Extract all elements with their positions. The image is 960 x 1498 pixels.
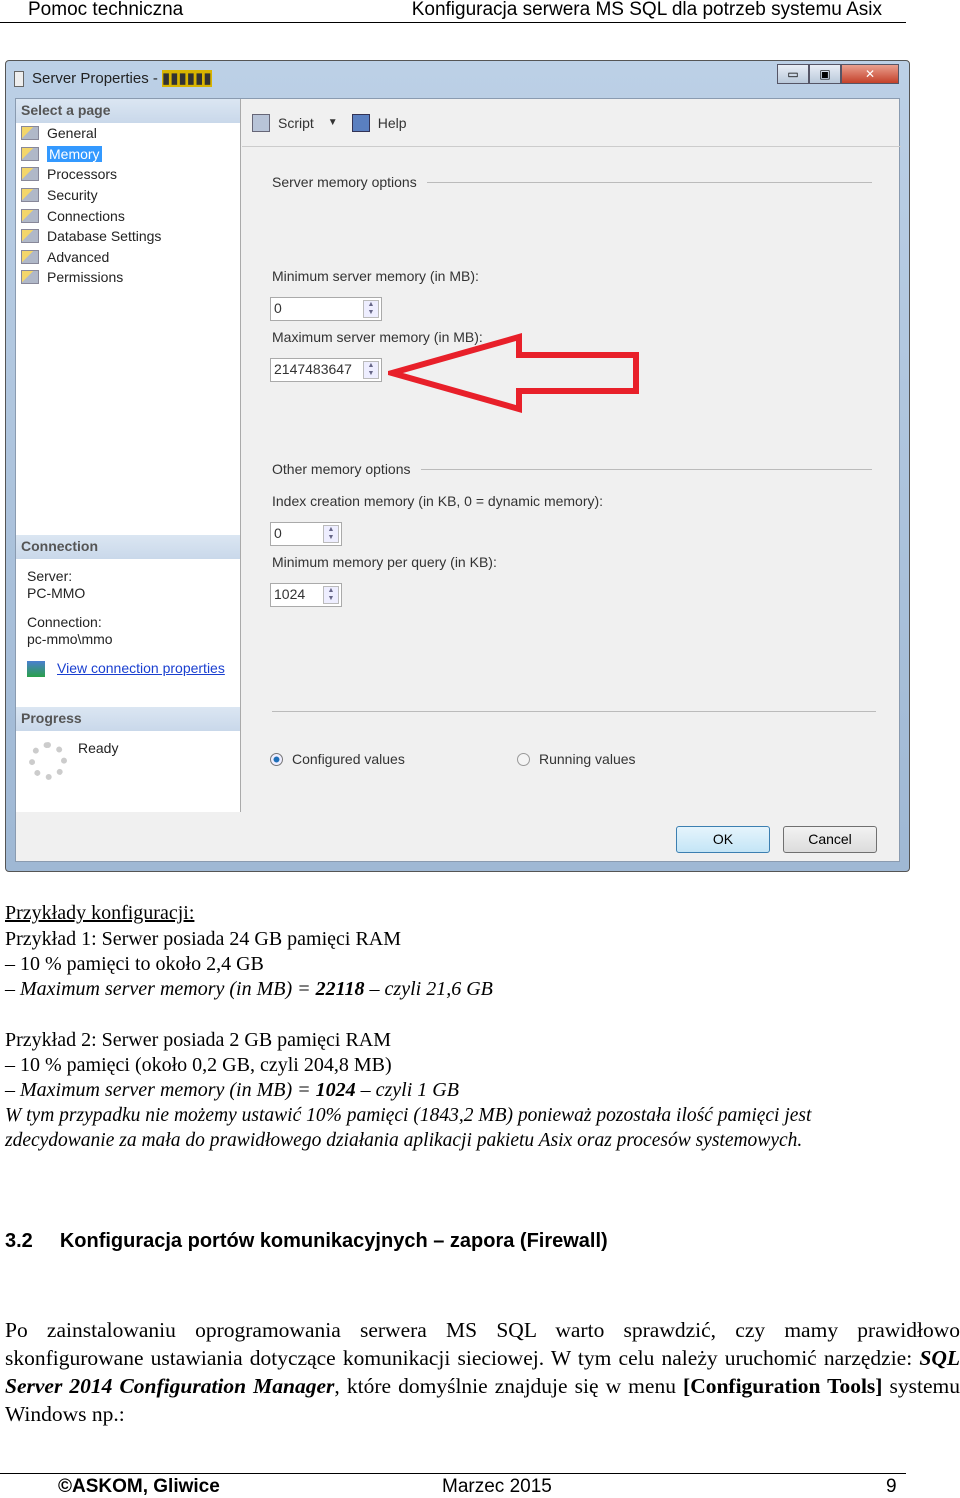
window-controls: ▭ ▣ ✕ [777,64,899,84]
page-item-permissions[interactable]: Permissions [16,267,240,288]
left-pane: Select a page General Memory Processors Sec… [16,99,241,812]
page-footer: ©ASKOM, Gliwice Marzec 2015 9 [0,1473,906,1497]
redacted-instance: ▮▮▮▮▮▮ [162,70,212,87]
red-arrow-annotation [388,333,639,413]
configured-values-radio[interactable]: Configured values [270,751,405,767]
page-item-database-settings[interactable]: Database Settings [16,226,240,247]
maximize-button[interactable]: ▣ [809,64,841,84]
footer-date: Marzec 2015 [442,1476,552,1497]
progress-status: Ready [78,740,119,756]
min-memory-input[interactable]: 0 ▲ ▼ [270,297,382,321]
minimize-button[interactable]: ▭ [777,64,809,84]
radio-checked-icon [270,752,283,766]
spinner-icon[interactable]: ▲ ▼ [363,300,379,318]
view-connection-properties-link[interactable]: View connection properties [57,660,225,677]
server-memory-options-group: Server memory options [272,174,872,190]
divider [272,711,876,712]
close-button[interactable]: ✕ [841,64,899,84]
script-icon [252,113,270,132]
examples-title: Przykłady konfiguracji: [5,902,195,924]
server-label: Server: [27,568,73,584]
spinner-icon[interactable]: ▲ ▼ [363,361,379,379]
dialog-body: Select a page General Memory Processors Sec… [15,98,901,863]
section-heading: 3.2 Konfiguracja portów komunikacyjnych –… [5,1230,608,1252]
script-button[interactable]: Script [278,115,314,131]
page-header: Pomoc techniczna Konfiguracja serwera MS… [0,0,906,23]
script-dropdown-icon[interactable]: ▼ [328,117,338,128]
connection-value: pc-mmo\mmo [27,631,113,647]
connection-properties-icon [27,660,45,677]
min-memory-label: Minimum server memory (in MB): [272,268,479,284]
note-line1: W tym przypadku nie możemy ustawić 10% p… [5,1105,812,1126]
progress-spinner-icon [29,742,67,780]
window-title: Server Properties - ▮▮▮▮▮▮ [14,69,212,95]
example2-line1: Przykład 2: Serwer posiada 2 GB pamięci … [5,1029,392,1051]
section-paragraph: Po zainstalowaniu oprogramowania serwera… [5,1318,960,1426]
page-icon [21,167,39,182]
query-memory-label: Minimum memory per query (in KB): [272,554,497,570]
page-icon [21,270,39,285]
server-value: PC-MMO [27,585,86,601]
page-item-processors[interactable]: Processors [16,164,240,185]
connection-label: Connection: [27,614,102,630]
cancel-button[interactable]: Cancel [783,826,877,853]
footer-left: ©ASKOM, Gliwice [58,1476,220,1497]
header-left: Pomoc techniczna [28,0,184,20]
page-item-connections[interactable]: Connections [16,205,240,226]
page-icon [21,249,39,264]
example2-line3: – Maximum server memory (in MB) = 1024 –… [5,1079,459,1101]
page-icon [21,126,39,141]
page-item-general[interactable]: General [16,123,240,144]
page-item-security[interactable]: Security [16,185,240,206]
server-icon [14,71,24,88]
max-memory-input[interactable]: 2147483647 ▲ ▼ [270,358,382,382]
page-item-memory[interactable]: Memory [16,144,240,165]
button-bar: OK Cancel [16,812,901,863]
connection-heading: Connection [16,535,240,559]
page-icon [21,188,39,203]
spinner-icon[interactable]: ▲ ▼ [323,586,339,604]
other-memory-options-group: Other memory options [272,461,872,477]
index-memory-label: Index creation memory (in KB, 0 = dynami… [272,493,604,509]
select-page-heading: Select a page [16,99,240,123]
running-values-radio[interactable]: Running values [517,751,636,767]
ok-button[interactable]: OK [676,826,770,853]
page-icon [21,146,39,161]
example1-line1: Przykład 1: Serwer posiada 24 GB pamięci… [5,928,402,950]
query-memory-input[interactable]: 1024 ▲ ▼ [270,583,342,607]
page-item-advanced[interactable]: Advanced [16,247,240,268]
server-properties-window: Server Properties - ▮▮▮▮▮▮ ▭ ▣ ✕ Select … [5,60,910,872]
page-number: 9 [886,1476,897,1497]
radio-unchecked-icon [517,752,530,766]
index-memory-input[interactable]: 0 ▲ ▼ [270,522,342,546]
spinner-icon[interactable]: ▲ ▼ [323,525,339,543]
note-line2: zdecydowanie za mała do prawidłowego dzi… [5,1130,803,1151]
header-right: Konfiguracja serwera MS SQL dla potrzeb … [411,0,882,20]
toolbar: Script ▼ Help [242,99,901,147]
help-button[interactable]: Help [378,115,407,131]
page-list: General Memory Processors Security Connectio… [16,123,240,288]
progress-heading: Progress [16,707,240,731]
page-icon [21,208,39,223]
example1-line2: – 10 % pamięci to około 2,4 GB [5,953,264,975]
help-icon [351,113,370,132]
page-icon [21,229,39,244]
right-pane: Script ▼ Help Server memory options Mini… [242,99,901,812]
example2-line2: – 10 % pamięci (około 0,2 GB, czyli 204,… [5,1054,392,1076]
example1-line3: – Maximum server memory (in MB) = 22118 … [5,978,493,1000]
